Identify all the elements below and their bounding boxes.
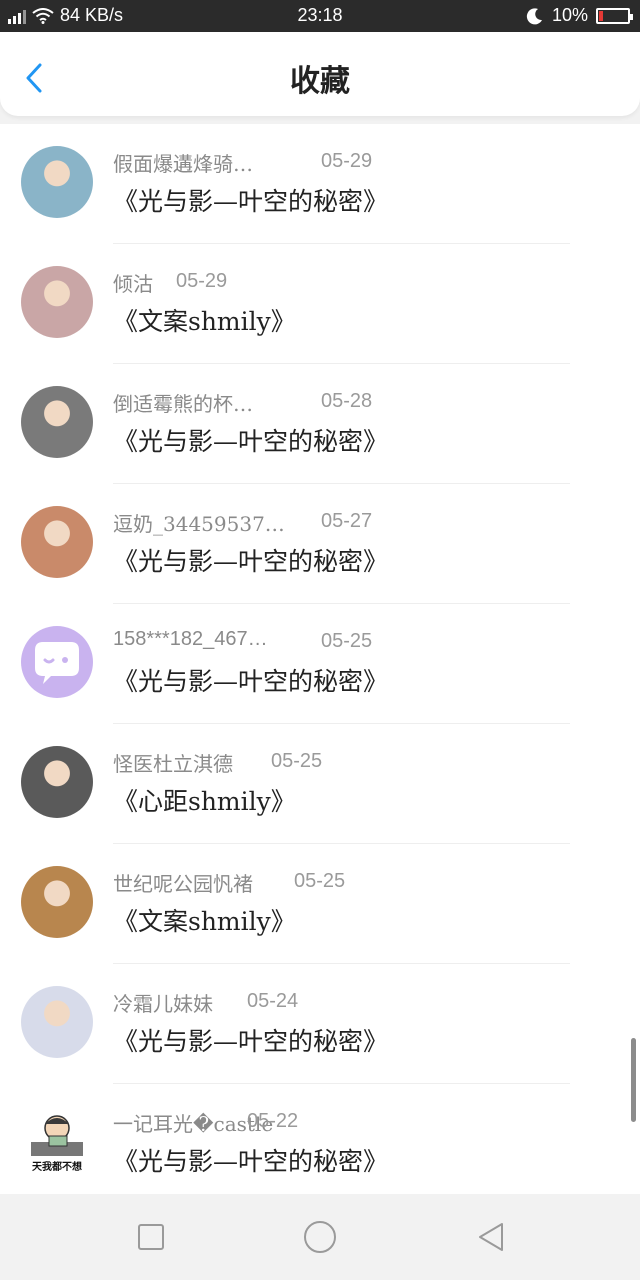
work-title: 《光与影—叶空的秘密》 [113, 1147, 389, 1176]
user-name: 世纪呢公园忛褚 [113, 872, 253, 896]
item-date: 05-25 [294, 870, 346, 892]
user-name: 逗奶_34459537… [113, 512, 285, 536]
list-item[interactable]: 倾沽 05-29 《文案shmily》 [0, 244, 640, 364]
user-name: 158***182_467… [113, 628, 268, 650]
list-item[interactable]: 冷霜儿妹妹 05-24 《光与影—叶空的秘密》 [0, 964, 640, 1084]
work-title: 《文案shmily》 [113, 307, 296, 336]
avatar[interactable] [21, 746, 93, 818]
avatar[interactable]: 天我都不想 [21, 1106, 93, 1178]
list-item[interactable]: 怪医杜立淇德 05-25 《心距shmily》 [0, 724, 640, 844]
status-bar: 84 KB/s 23:18 10% [0, 0, 640, 32]
item-date: 05-22 [247, 1110, 299, 1132]
work-title: 《光与影—叶空的秘密》 [113, 187, 389, 216]
home-button[interactable] [297, 1214, 343, 1260]
user-name: 倾沽 [113, 272, 153, 296]
avatar[interactable] [21, 506, 93, 578]
recent-apps-button[interactable] [128, 1214, 174, 1260]
work-title: 《光与影—叶空的秘密》 [113, 427, 389, 456]
work-title: 《心距shmily》 [113, 787, 296, 816]
item-date: 05-28 [321, 390, 373, 412]
user-name: 怪医杜立淇德 [113, 752, 233, 776]
list-item[interactable]: 158***182_467… 05-25 《光与影—叶空的秘密》 [0, 604, 640, 724]
work-title: 《光与影—叶空的秘密》 [113, 667, 389, 696]
avatar[interactable] [21, 986, 93, 1058]
list-item[interactable]: 世纪呢公园忛褚 05-25 《文案shmily》 [0, 844, 640, 964]
work-title: 《光与影—叶空的秘密》 [113, 1027, 389, 1056]
avatar-caption: 天我都不想 [32, 1160, 82, 1173]
item-date: 05-29 [321, 150, 373, 172]
avatar[interactable] [21, 266, 93, 338]
avatar[interactable] [21, 626, 93, 698]
battery-percent: 10% [551, 5, 588, 25]
work-title: 《光与影—叶空的秘密》 [113, 547, 389, 576]
system-nav-bar [0, 1194, 640, 1280]
item-date: 05-25 [271, 750, 323, 772]
meme-avatar-image: 天我都不想 [21, 1106, 93, 1178]
header-bar: 收藏 [0, 32, 640, 116]
moon-icon [526, 7, 542, 24]
user-name: 冷霜儿妹妹 [113, 992, 213, 1016]
work-title: 《文案shmily》 [113, 907, 296, 936]
triangle-back-icon [479, 1223, 503, 1251]
item-date: 05-27 [321, 510, 373, 532]
item-date: 05-29 [176, 270, 228, 292]
scrollbar[interactable] [631, 1038, 636, 1122]
square-icon [138, 1224, 164, 1250]
user-name: 假面爆遘烽骑… [113, 152, 253, 176]
avatar[interactable] [21, 386, 93, 458]
circle-icon [304, 1221, 336, 1253]
page-title: 收藏 [290, 64, 350, 99]
list-item[interactable]: 假面爆遘烽骑… 05-29 《光与影—叶空的秘密》 [0, 124, 640, 244]
chat-bubble-icon [21, 626, 93, 698]
item-date: 05-25 [321, 630, 373, 652]
list-item[interactable]: 逗奶_34459537… 05-27 《光与影—叶空的秘密》 [0, 484, 640, 604]
list-item[interactable]: 天我都不想 一记耳光�castle 05-22 《光与影—叶空的秘密》 [0, 1084, 640, 1194]
list-item[interactable]: 倒适霉熊的杯… 05-28 《光与影—叶空的秘密》 [0, 364, 640, 484]
user-name: 倒适霉熊的杯… [113, 392, 253, 416]
item-date: 05-24 [247, 990, 299, 1012]
favorites-list: 假面爆遘烽骑… 05-29 《光与影—叶空的秘密》 倾沽 05-29 《文案sh… [0, 124, 640, 1194]
status-right: 10% [526, 5, 633, 26]
battery-icon [596, 7, 633, 24]
avatar[interactable] [21, 146, 93, 218]
avatar[interactable] [21, 866, 93, 938]
back-button[interactable] [468, 1214, 514, 1260]
